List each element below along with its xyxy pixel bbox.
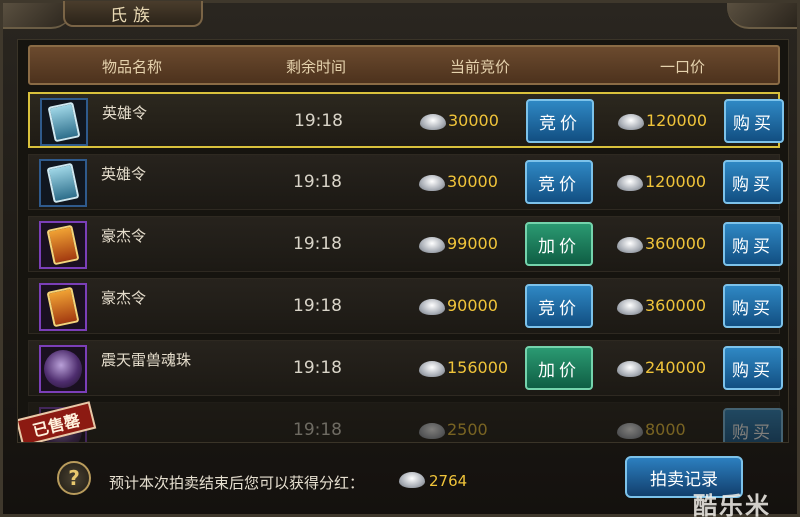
header-item-name: 物品名称 <box>102 58 163 76</box>
current-bid-value: 90000 <box>447 296 498 315</box>
silver-ingot-icon <box>419 299 445 315</box>
buy-button[interactable]: 购买 <box>723 222 783 266</box>
buyout-value: 120000 <box>646 111 708 130</box>
silver-ingot-icon <box>617 237 643 253</box>
haojie-token-icon <box>46 286 80 328</box>
silver-ingot-icon <box>419 361 445 377</box>
bid-button[interactable]: 竞价 <box>525 284 593 328</box>
remaining-time: 19:18 <box>293 172 342 192</box>
item-slot[interactable] <box>39 283 87 331</box>
item-name: 英雄令 <box>101 165 147 183</box>
table-row[interactable]: 豪杰令 19:18 99000 加价 360000 购买 <box>28 216 783 272</box>
buy-button[interactable]: 购买 <box>723 160 783 204</box>
silver-ingot-icon <box>420 114 446 130</box>
buy-button[interactable]: 购买 <box>723 346 783 390</box>
item-name: 英雄令 <box>102 104 148 122</box>
header-buyout: 一口价 <box>660 58 706 76</box>
buyout-value: 8000 <box>645 420 686 439</box>
current-bid-value: 156000 <box>447 358 509 377</box>
item-name: 震天雷兽魂珠 <box>101 351 192 369</box>
haojie-token-icon <box>46 224 80 266</box>
buy-button[interactable]: 购买 <box>724 99 784 143</box>
silver-ingot-icon <box>419 423 445 439</box>
remaining-time: 19:18 <box>293 296 342 316</box>
silver-ingot-icon <box>617 361 643 377</box>
remaining-time: 19:18 <box>294 111 343 131</box>
silver-ingot-icon <box>617 299 643 315</box>
item-slot[interactable] <box>39 221 87 269</box>
buy-button: 购买 <box>723 408 783 442</box>
item-name: 豪杰令 <box>101 227 147 245</box>
watermark-logo: 酷乐米 <box>693 492 771 517</box>
table-row[interactable]: 英雄令 19:18 30000 竞价 120000 购买 <box>28 154 783 210</box>
header-current-bid: 当前竞价 <box>450 58 511 76</box>
help-icon[interactable]: ? <box>57 461 91 495</box>
silver-ingot-icon <box>399 472 425 488</box>
buy-button[interactable]: 购买 <box>723 284 783 328</box>
table-header: 物品名称 剩余时间 当前竞价 一口价 <box>28 45 780 85</box>
auction-window: 氏族 物品名称 剩余时间 当前竞价 一口价 英雄令 19:18 30000 竞价… <box>0 0 800 517</box>
corner-ornament-right <box>727 3 797 29</box>
bid-button[interactable]: 竞价 <box>525 160 593 204</box>
remaining-time: 19:18 <box>293 234 342 254</box>
hero-token-icon <box>46 162 80 204</box>
remaining-time: 19:18 <box>293 420 342 440</box>
hero-token-icon <box>47 101 81 143</box>
raise-bid-button[interactable]: 加价 <box>525 346 593 390</box>
buyout-value: 360000 <box>645 296 707 315</box>
silver-ingot-icon <box>618 114 644 130</box>
table-row[interactable]: 震天雷兽魂珠 19:18 156000 加价 240000 购买 <box>28 340 783 396</box>
current-bid-value: 2500 <box>447 420 488 439</box>
item-slot[interactable] <box>39 345 87 393</box>
silver-ingot-icon <box>617 175 643 191</box>
buyout-value: 240000 <box>645 358 707 377</box>
auction-list-panel: 物品名称 剩余时间 当前竞价 一口价 英雄令 19:18 30000 竞价 12… <box>17 39 789 443</box>
silver-ingot-icon <box>419 237 445 253</box>
table-row[interactable]: 英雄令 19:18 30000 竞价 120000 购买 <box>28 92 784 148</box>
item-slot[interactable] <box>39 159 87 207</box>
buyout-value: 120000 <box>645 172 707 191</box>
raise-bid-button[interactable]: 加价 <box>525 222 593 266</box>
current-bid-value: 30000 <box>447 172 498 191</box>
silver-ingot-icon <box>419 175 445 191</box>
silver-ingot-icon <box>617 423 643 439</box>
bid-button[interactable]: 竞价 <box>526 99 594 143</box>
window-title: 氏族 <box>63 1 203 27</box>
dividend-amount: 2764 <box>429 472 468 490</box>
item-name: 豪杰令 <box>101 289 147 307</box>
current-bid-value: 99000 <box>447 234 498 253</box>
table-row[interactable]: 豪杰令 19:18 90000 竞价 360000 购买 <box>28 278 783 334</box>
header-remaining-time: 剩余时间 <box>286 58 347 76</box>
dividend-note: 预计本次拍卖结束后您可以获得分红： <box>109 474 365 492</box>
item-slot[interactable] <box>40 98 88 146</box>
buyout-value: 360000 <box>645 234 707 253</box>
footer-bar: ? 预计本次拍卖结束后您可以获得分红： 2764 拍卖记录 <box>17 446 789 516</box>
beast-soul-orb-icon <box>44 350 82 388</box>
remaining-time: 19:18 <box>293 358 342 378</box>
current-bid-value: 30000 <box>448 111 499 130</box>
table-row: 19:18 2500 8000 购买 <box>28 402 783 442</box>
